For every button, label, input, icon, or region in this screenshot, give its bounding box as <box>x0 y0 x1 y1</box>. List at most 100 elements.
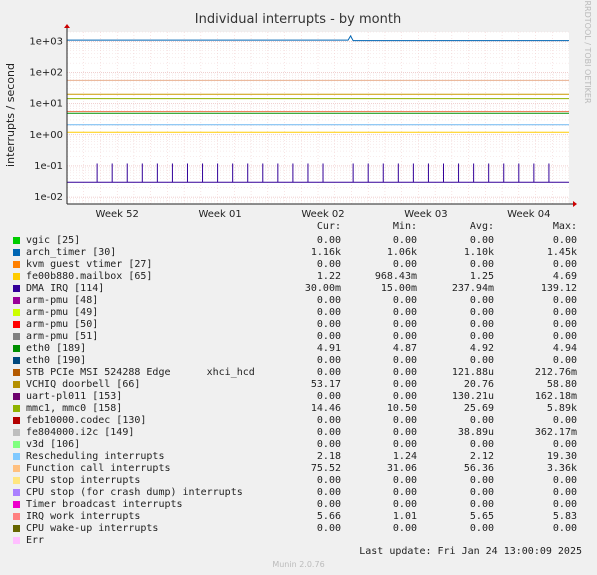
legend-name: arch_timer [30] <box>26 247 117 258</box>
legend-swatch <box>13 261 20 268</box>
legend-cur: 0.00 <box>316 367 341 378</box>
legend-cur: 75.52 <box>310 463 341 474</box>
legend-avg: 25.69 <box>463 403 494 414</box>
legend-max: 139.12 <box>540 283 577 294</box>
legend-avg: 0.00 <box>469 523 494 534</box>
legend-swatch <box>13 477 20 484</box>
legend-swatch <box>13 453 20 460</box>
legend-row: STB PCIe MSI 524288 Edge xhci_hcd 0.00 0.0… <box>0 367 597 379</box>
legend-avg: 0.00 <box>469 235 494 246</box>
legend-swatch <box>13 381 20 388</box>
rrdtool-credit: RRDTOOL / TOBI OETIKER <box>583 0 592 103</box>
legend-row: arch_timer [30] 1.16k 1.06k 1.10k 1.45k <box>0 247 597 259</box>
legend-row: v3d [106] 0.00 0.00 0.00 0.00 <box>0 439 597 451</box>
legend-row: feb10000.codec [130] 0.00 0.00 0.00 0.00 <box>0 415 597 427</box>
legend-row: kvm guest vtimer [27] 0.00 0.00 0.00 0.00 <box>0 259 597 271</box>
x-tick-label: Week 03 <box>404 209 447 220</box>
legend-min: 0.00 <box>392 259 417 270</box>
x-tick-label: Week 02 <box>301 209 344 220</box>
legend-name: CPU stop interrupts <box>26 475 141 486</box>
legend-row: arm-pmu [48] 0.00 0.00 0.00 0.00 <box>0 295 597 307</box>
legend-max: 58.80 <box>546 379 577 390</box>
legend-cur: 30.00m <box>304 283 341 294</box>
legend-max: 0.00 <box>552 487 577 498</box>
legend-avg: 56.36 <box>463 463 494 474</box>
legend-row: fe804000.i2c [149] 0.00 0.00 38.89u 362.17m <box>0 427 597 439</box>
x-tick-label: Week 01 <box>198 209 241 220</box>
legend-max: 0.00 <box>552 415 577 426</box>
legend-min: 0.00 <box>392 475 417 486</box>
legend-avg: 0.00 <box>469 307 494 318</box>
legend-cur: 0.00 <box>316 295 341 306</box>
legend-min: 15.00m <box>380 283 417 294</box>
legend-name: eth0 [189] <box>26 343 87 354</box>
legend-min: 0.00 <box>392 487 417 498</box>
legend-row: arm-pmu [51] 0.00 0.00 0.00 0.00 <box>0 331 597 343</box>
legend-swatch <box>13 333 20 340</box>
legend-cur: 4.91 <box>316 343 341 354</box>
legend-swatch <box>13 465 20 472</box>
legend-max: 5.83 <box>552 511 577 522</box>
legend-max: 212.76m <box>534 367 577 378</box>
legend-avg: 0.00 <box>469 439 494 450</box>
legend-name: Rescheduling interrupts <box>26 451 165 462</box>
legend-min: 0.00 <box>392 367 417 378</box>
legend-max: 0.00 <box>552 319 577 330</box>
legend-max: 0.00 <box>552 439 577 450</box>
legend-min: 0.00 <box>392 499 417 510</box>
legend-max: 0.00 <box>552 259 577 270</box>
x-tick-label: Week 04 <box>507 209 550 220</box>
legend-rows: vgic [25] 0.00 0.00 0.00 0.00 arch_timer [30]… <box>0 235 597 547</box>
legend-cur: 0.00 <box>316 439 341 450</box>
legend-min: 0.00 <box>392 427 417 438</box>
legend-name: fe00b880.mailbox [65] <box>26 271 153 282</box>
legend-swatch <box>13 309 20 316</box>
legend-max: 0.00 <box>552 475 577 486</box>
legend-max: 4.69 <box>552 271 577 282</box>
legend-name: Function call interrupts <box>26 463 171 474</box>
y-axis-arrow <box>64 24 70 28</box>
legend-row: CPU stop (for crash dump) interrupts 0.00… <box>0 487 597 499</box>
legend-min: 0.00 <box>392 307 417 318</box>
legend-min: 0.00 <box>392 235 417 246</box>
legend-cur: 1.22 <box>316 271 341 282</box>
legend-cur: 1.16k <box>310 247 341 258</box>
legend-max: 3.36k <box>546 463 577 474</box>
legend-swatch <box>13 417 20 424</box>
legend-swatch <box>13 321 20 328</box>
legend-max: 162.18m <box>534 391 577 402</box>
legend-swatch <box>13 405 20 412</box>
legend-row: uart-pl011 [153] 0.00 0.00 130.21u 162.18m <box>0 391 597 403</box>
legend-max: 0.00 <box>552 355 577 366</box>
legend-row: IRQ work interrupts 5.66 1.01 5.65 5.83 <box>0 511 597 523</box>
legend-max: 0.00 <box>552 235 577 246</box>
legend-swatch <box>13 393 20 400</box>
legend-swatch <box>13 345 20 352</box>
legend-avg: 1.10k <box>463 247 494 258</box>
y-tick-label: 1e+00 <box>29 130 63 141</box>
legend-swatch <box>13 369 20 376</box>
legend-min: 0.00 <box>392 379 417 390</box>
legend-avg: 0.00 <box>469 355 494 366</box>
legend-max: 362.17m <box>534 427 577 438</box>
legend-swatch <box>13 357 20 364</box>
y-tick-label: 1e-02 <box>34 192 63 203</box>
legend-cur: 0.00 <box>316 499 341 510</box>
legend-row: CPU stop interrupts 0.00 0.00 0.00 0.00 <box>0 475 597 487</box>
legend-min: 0.00 <box>392 415 417 426</box>
legend-name: uart-pl011 [153] <box>26 391 123 402</box>
legend-min: 10.50 <box>386 403 417 414</box>
header-max: Max: <box>552 221 577 232</box>
legend-max: 1.45k <box>546 247 577 258</box>
legend-row: arm-pmu [50] 0.00 0.00 0.00 0.00 <box>0 319 597 331</box>
legend-swatch <box>13 249 20 256</box>
chart-title: Individual interrupts - by month <box>195 12 401 27</box>
y-tick-label: 1e-01 <box>34 161 63 172</box>
legend-cur: 0.00 <box>316 487 341 498</box>
legend-avg: 0.00 <box>469 259 494 270</box>
legend-min: 0.00 <box>392 331 417 342</box>
legend-swatch <box>13 285 20 292</box>
legend-cur: 14.46 <box>310 403 341 414</box>
legend-avg: 1.25 <box>469 271 494 282</box>
legend-max: 0.00 <box>552 307 577 318</box>
